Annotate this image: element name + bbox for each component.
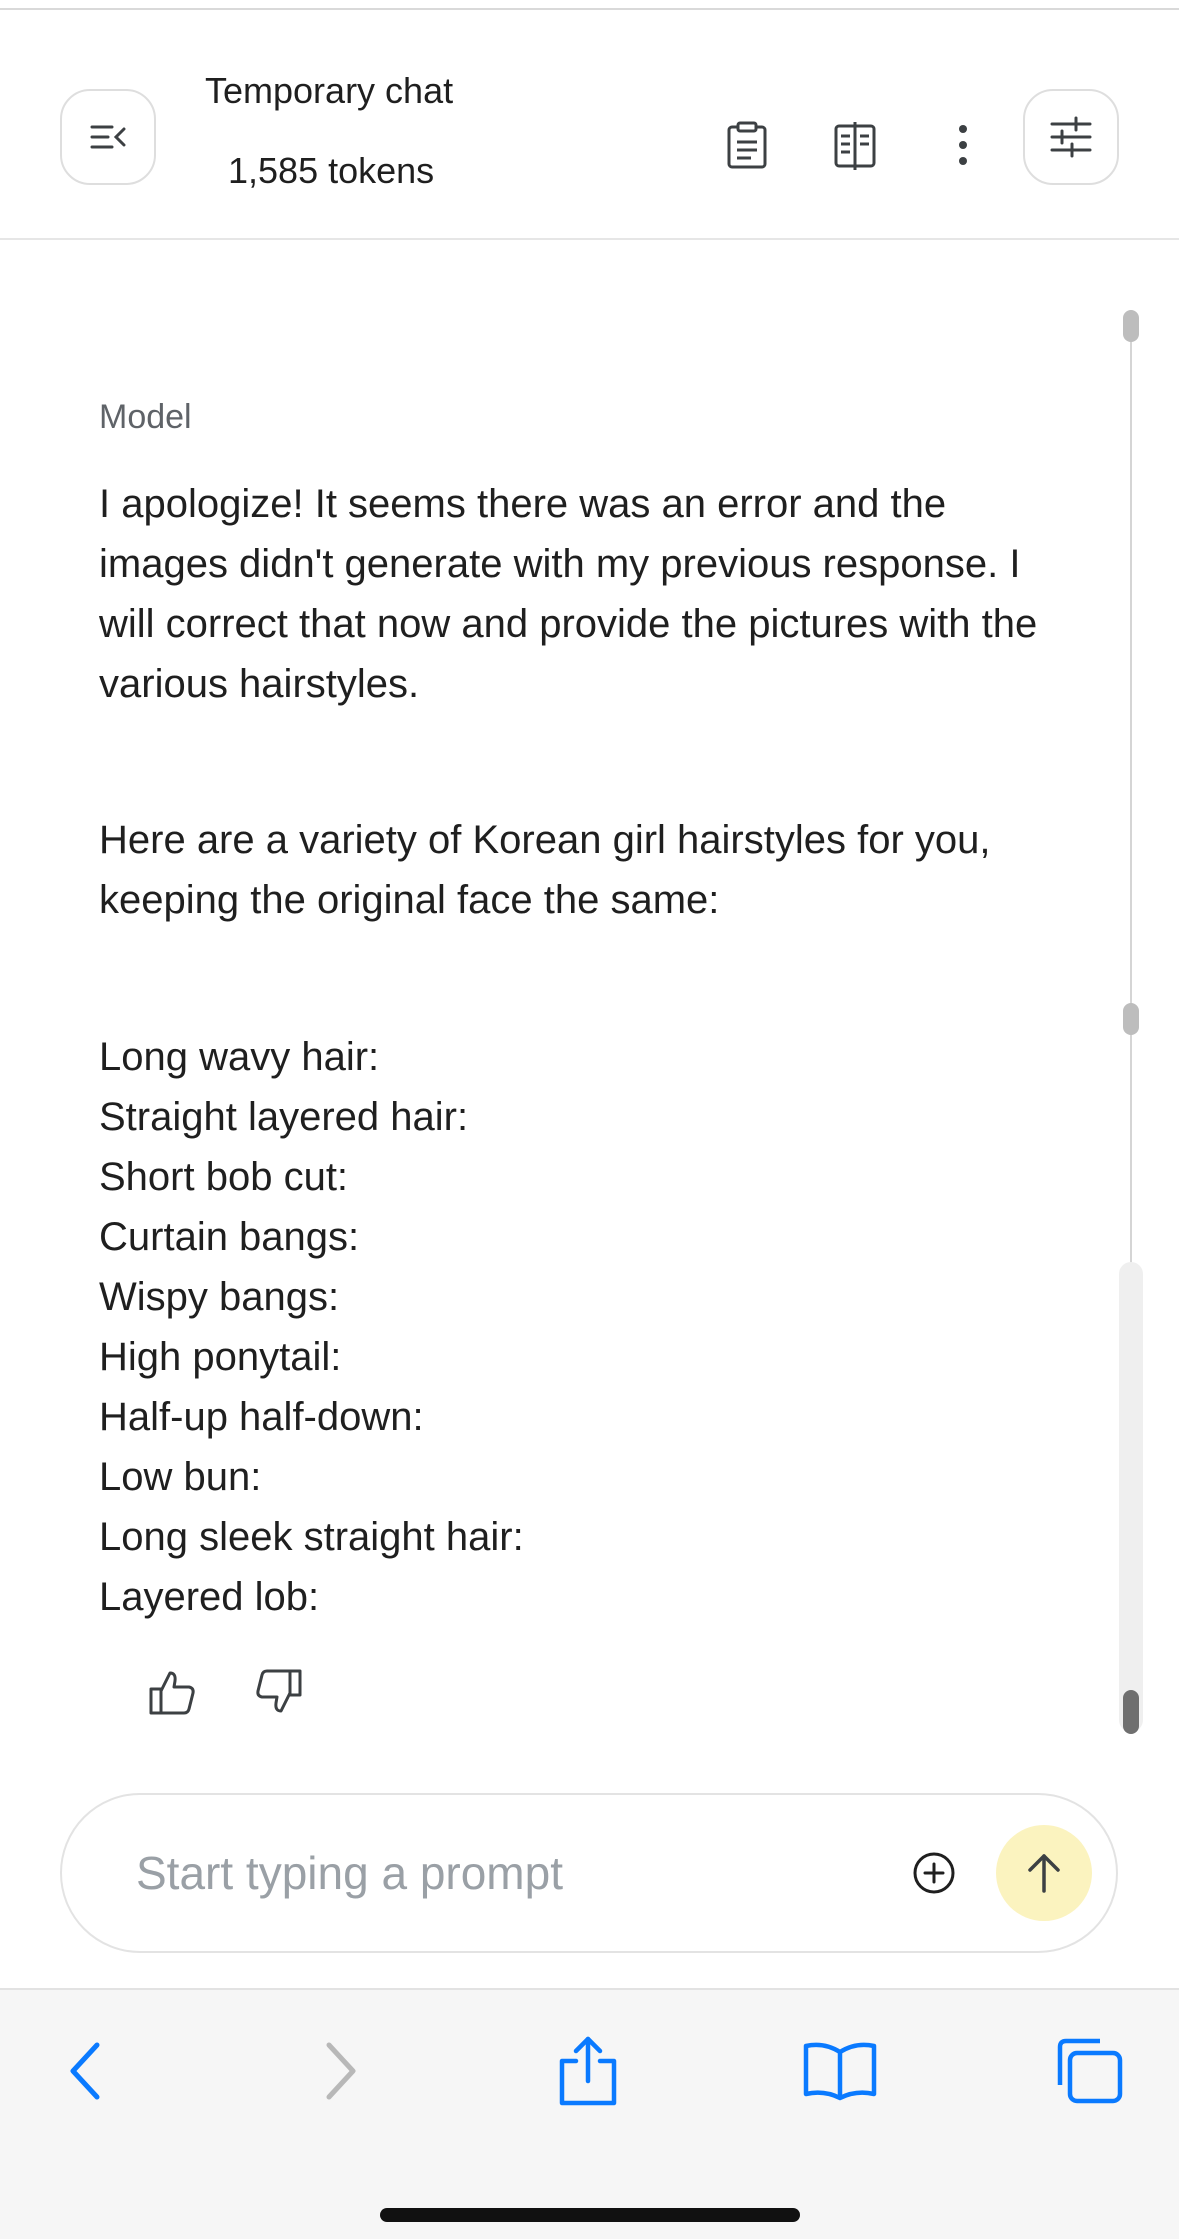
- scrollbar-lane: [1119, 1262, 1143, 1732]
- share-button[interactable]: [543, 2026, 633, 2116]
- scroll-marker[interactable]: [1123, 1003, 1139, 1035]
- run-settings-button[interactable]: [1023, 89, 1119, 185]
- chat-header: Temporary chat 1,585 tokens: [0, 10, 1179, 240]
- token-count: 1,585 tokens: [228, 150, 435, 191]
- message-role-label: Model: [99, 398, 192, 436]
- book-icon: [803, 2042, 877, 2101]
- scrollbar-track: [1130, 310, 1132, 1270]
- more-vertical-icon: [959, 125, 967, 165]
- good-response-button[interactable]: [142, 1662, 202, 1722]
- chevron-right-icon: [326, 2042, 356, 2100]
- tabs-button[interactable]: [1042, 2026, 1132, 2116]
- prompt-input[interactable]: [136, 1835, 896, 1911]
- list-item: Straight layered hair:: [99, 1095, 469, 1139]
- list-item: Wispy bangs:: [99, 1275, 340, 1319]
- more-options-button[interactable]: [933, 115, 993, 175]
- thumb-up-icon: [149, 1671, 195, 1715]
- clipboard-icon: [727, 121, 767, 169]
- back-button[interactable]: [40, 2026, 130, 2116]
- compare-icon: [834, 122, 876, 170]
- collapse-sidebar-icon: [90, 125, 126, 149]
- list-item: Curtain bangs:: [99, 1215, 360, 1259]
- list-item: Long wavy hair:: [99, 1035, 380, 1079]
- bookmarks-button[interactable]: [795, 2026, 885, 2116]
- list-item: Low bun:: [99, 1455, 262, 1499]
- chevron-left-icon: [70, 2042, 100, 2100]
- home-indicator: [380, 2208, 800, 2222]
- bad-response-button[interactable]: [249, 1662, 309, 1722]
- browser-toolbar: [0, 1988, 1179, 2239]
- add-circle-icon: [913, 1852, 955, 1894]
- list-item: High ponytail:: [99, 1335, 342, 1379]
- send-button[interactable]: [996, 1825, 1092, 1921]
- sidebar-toggle-button[interactable]: [60, 89, 156, 185]
- list-item: Layered lob:: [99, 1575, 320, 1619]
- app-root: Temporary chat 1,585 tokens Model I apol…: [0, 0, 1179, 2239]
- list-item: Short bob cut:: [99, 1155, 349, 1199]
- forward-button[interactable]: [296, 2026, 386, 2116]
- copy-button[interactable]: [717, 115, 777, 175]
- prompt-box: [60, 1793, 1118, 1953]
- compare-button[interactable]: [825, 115, 885, 175]
- chat-transcript: Model I apologize! It seems there was an…: [0, 242, 1179, 1772]
- list-item: Long sleek straight hair:: [99, 1515, 524, 1559]
- arrow-up-icon: [1028, 1854, 1060, 1893]
- scrollbar-thumb[interactable]: [1123, 1690, 1139, 1734]
- scroll-marker[interactable]: [1123, 310, 1139, 342]
- add-media-button[interactable]: [904, 1843, 964, 1903]
- hairstyle-list: Long wavy hair: Straight layered hair: S…: [99, 1027, 524, 1627]
- page-title: Temporary chat: [205, 70, 454, 111]
- share-icon: [559, 2036, 617, 2106]
- message-paragraph: I apologize! It seems there was an error…: [99, 482, 1038, 706]
- tune-icon: [1050, 116, 1092, 158]
- thumb-down-icon: [256, 1669, 302, 1713]
- list-item: Half-up half-down:: [99, 1395, 424, 1439]
- tabs-icon: [1057, 2038, 1123, 2104]
- message-paragraph: Here are a variety of Korean girl hairst…: [99, 818, 991, 922]
